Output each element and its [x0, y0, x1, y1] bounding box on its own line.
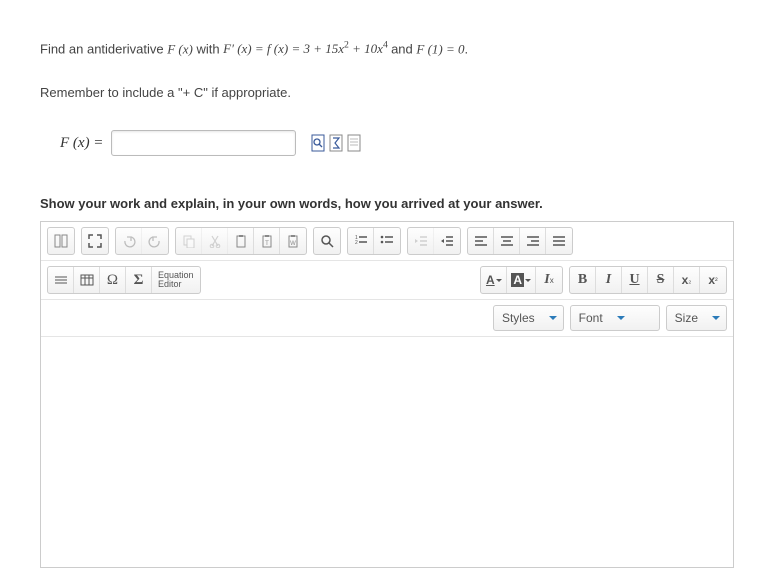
- underline-button[interactable]: U: [622, 267, 648, 293]
- chevron-down-icon: [549, 316, 557, 320]
- answer-input[interactable]: [111, 130, 296, 156]
- paste-icon[interactable]: [228, 228, 254, 254]
- paste-text-icon[interactable]: T: [254, 228, 280, 254]
- chevron-down-icon: [617, 316, 625, 320]
- strike-button[interactable]: S: [648, 267, 674, 293]
- text: + 10x: [349, 41, 383, 56]
- hint-text: Remember to include a "+ C" if appropria…: [40, 85, 738, 100]
- toolbar-row-3: Styles Font Size: [41, 300, 733, 337]
- svg-text:W: W: [290, 241, 296, 247]
- paste-word-icon[interactable]: W: [280, 228, 306, 254]
- styles-dropdown[interactable]: Styles: [493, 305, 564, 331]
- svg-text:T: T: [265, 241, 269, 247]
- equation-editor-button[interactable]: Equation Editor: [152, 267, 200, 293]
- dropdown-label: Font: [579, 311, 603, 325]
- preview-icon[interactable]: [310, 133, 326, 153]
- dropdown-label: Styles: [502, 311, 535, 325]
- bold-button[interactable]: B: [570, 267, 596, 293]
- math-equation: F′ (x) = f (x) = 3 + 15x2 + 10x4: [223, 41, 391, 56]
- rich-text-editor: T W 12: [40, 221, 734, 568]
- math-condition: F (1) = 0: [416, 41, 464, 56]
- sigma-icon[interactable]: Σ: [126, 267, 152, 293]
- editor-content-area[interactable]: [41, 337, 733, 567]
- copy-icon[interactable]: [176, 228, 202, 254]
- answer-label: F (x) =: [60, 135, 103, 152]
- align-left-icon[interactable]: [468, 228, 494, 254]
- show-work-prompt: Show your work and explain, in your own …: [40, 196, 738, 211]
- text-color-button[interactable]: A: [481, 267, 507, 293]
- chevron-down-icon: [712, 316, 720, 320]
- math-fx: F (x): [167, 41, 193, 56]
- text: Find an antiderivative: [40, 41, 167, 56]
- subscript-button[interactable]: x₂: [674, 267, 700, 293]
- text: and: [391, 41, 416, 56]
- find-icon[interactable]: [314, 228, 340, 254]
- toolbar-row-1: T W 12: [41, 222, 733, 261]
- size-dropdown[interactable]: Size: [666, 305, 727, 331]
- svg-text:2: 2: [355, 240, 358, 246]
- dropdown-label: Size: [675, 311, 698, 325]
- indent-icon[interactable]: [434, 228, 460, 254]
- numbered-list-icon[interactable]: 12: [348, 228, 374, 254]
- superscript-button[interactable]: x²: [700, 267, 726, 293]
- text: .: [465, 41, 469, 56]
- text: with: [196, 41, 223, 56]
- toolbar-row-2: Ω Σ Equation Editor A A Ix B I U S x₂ x²: [41, 261, 733, 300]
- sigma-page-icon[interactable]: [328, 133, 344, 153]
- undo-icon[interactable]: [116, 228, 142, 254]
- bullet-list-icon[interactable]: [374, 228, 400, 254]
- align-justify-icon[interactable]: [546, 228, 572, 254]
- maximize-icon[interactable]: [82, 228, 108, 254]
- hr-icon[interactable]: [48, 267, 74, 293]
- remove-format-icon[interactable]: Ix: [536, 267, 562, 293]
- exponent: 4: [383, 40, 388, 51]
- source-icon[interactable]: [48, 228, 74, 254]
- redo-icon[interactable]: [142, 228, 168, 254]
- align-right-icon[interactable]: [520, 228, 546, 254]
- answer-row: F (x) =: [60, 130, 738, 156]
- italic-button[interactable]: I: [596, 267, 622, 293]
- table-icon[interactable]: [74, 267, 100, 293]
- outdent-icon[interactable]: [408, 228, 434, 254]
- font-dropdown[interactable]: Font: [570, 305, 660, 331]
- problem-statement: Find an antiderivative F (x) with F′ (x)…: [40, 40, 738, 57]
- align-center-icon[interactable]: [494, 228, 520, 254]
- cut-icon[interactable]: [202, 228, 228, 254]
- blank-page-icon[interactable]: [346, 133, 362, 153]
- text: F′ (x) = f (x) = 3 + 15x: [223, 41, 344, 56]
- bg-color-button[interactable]: A: [507, 267, 536, 293]
- omega-icon[interactable]: Ω: [100, 267, 126, 293]
